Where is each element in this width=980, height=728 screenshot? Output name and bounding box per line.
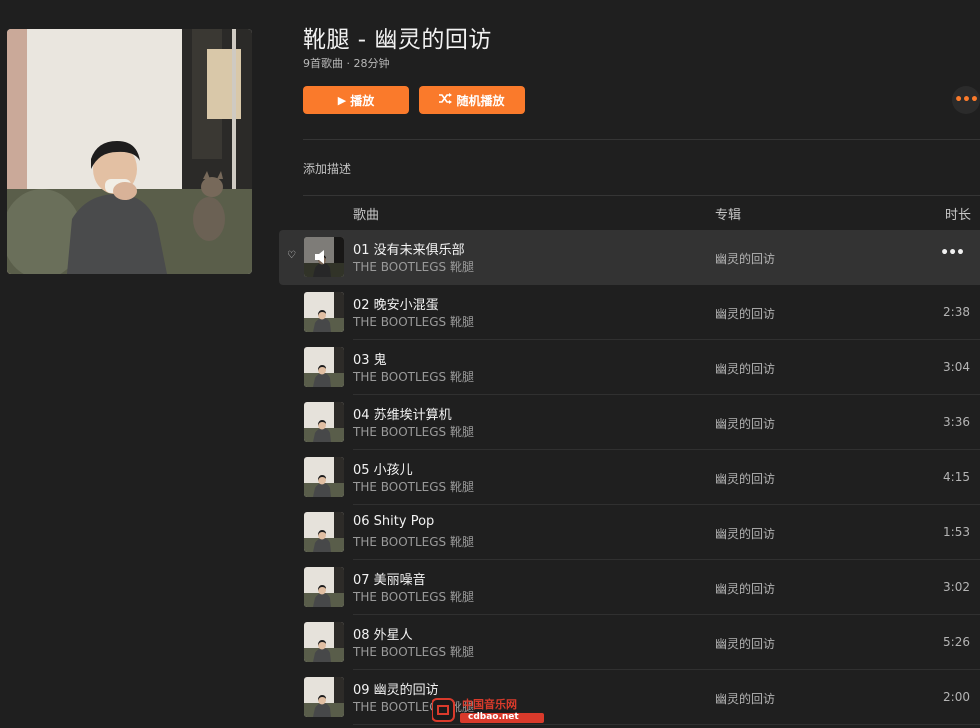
track-artwork <box>304 677 344 717</box>
track-duration: 5:26 <box>943 635 970 649</box>
play-button-label: 播放 <box>350 93 375 108</box>
track-duration: 2:00 <box>943 690 970 704</box>
divider <box>303 139 980 140</box>
more-options-button[interactable]: ••• <box>952 86 980 114</box>
track-album[interactable]: 幽灵的回访 <box>715 305 775 322</box>
add-description-link[interactable]: 添加描述 <box>303 160 351 177</box>
track-album[interactable]: 幽灵的回访 <box>715 250 775 267</box>
row-divider <box>353 724 980 725</box>
column-header-song[interactable]: 歌曲 <box>353 204 379 223</box>
track-row[interactable]: 05 小孩儿 THE BOOTLEGS 靴腿 幽灵的回访 4:15 <box>279 450 980 505</box>
track-artist[interactable]: THE BOOTLEGS 靴腿 <box>353 643 474 660</box>
track-title: 08 外星人 <box>353 628 413 643</box>
track-title: 05 小孩儿 <box>353 463 413 478</box>
track-list: ♡ 01 没有未来俱乐部 THE BOOTLEGS 靴腿 幽灵的回访 ••• 02 晚安小… <box>279 230 980 725</box>
track-album[interactable]: 幽灵的回访 <box>715 470 775 487</box>
track-row[interactable]: 08 外星人 THE BOOTLEGS 靴腿 幽灵的回访 5:26 <box>279 615 980 670</box>
track-artist[interactable]: THE BOOTLEGS 靴腿 <box>353 533 474 550</box>
track-row[interactable]: 02 晚安小混蛋 THE BOOTLEGS 靴腿 幽灵的回访 2:38 <box>279 285 980 340</box>
shuffle-button-label: 随机播放 <box>456 93 505 108</box>
track-artist[interactable]: THE BOOTLEGS 靴腿 <box>353 478 474 495</box>
track-row[interactable]: 09 幽灵的回访 THE BOOTLEGS 靴腿 幽灵的回访 2:00 <box>279 670 980 725</box>
album-cover <box>7 29 252 274</box>
track-duration: 3:02 <box>943 580 970 594</box>
heart-icon[interactable]: ♡ <box>287 250 296 261</box>
track-artwork <box>304 292 344 332</box>
track-artwork <box>304 567 344 607</box>
track-artist[interactable]: THE BOOTLEGS 靴腿 <box>353 258 474 275</box>
track-artist[interactable]: THE BOOTLEGS 靴腿 <box>353 423 474 440</box>
track-duration: 2:38 <box>943 305 970 319</box>
speaker-icon <box>304 237 344 277</box>
track-album[interactable]: 幽灵的回访 <box>715 360 775 377</box>
track-artist[interactable]: THE BOOTLEGS 靴腿 <box>353 368 474 385</box>
watermark-logo: 中国音乐网 cdbao.net <box>431 696 547 724</box>
track-artist[interactable]: THE BOOTLEGS 靴腿 <box>353 588 474 605</box>
track-duration: 3:04 <box>943 360 970 374</box>
track-artwork <box>304 237 344 277</box>
track-row[interactable]: ♡ 01 没有未来俱乐部 THE BOOTLEGS 靴腿 幽灵的回访 ••• <box>279 230 980 285</box>
track-artwork <box>304 347 344 387</box>
column-header-album[interactable]: 专辑 <box>715 204 741 223</box>
album-title: 靴腿 - 幽灵的回访 <box>303 27 492 53</box>
track-row[interactable]: 04 苏维埃计算机 THE BOOTLEGS 靴腿 幽灵的回访 3:36 <box>279 395 980 450</box>
play-button[interactable]: ▶ 播放 <box>303 86 409 114</box>
track-row[interactable]: 06 Shity Pop THE BOOTLEGS 靴腿 幽灵的回访 1:53 <box>279 505 980 560</box>
shuffle-icon <box>439 93 453 107</box>
track-title: 09 幽灵的回访 <box>353 683 439 698</box>
shuffle-play-button[interactable]: 随机播放 <box>419 86 525 114</box>
track-title: 03 鬼 <box>353 353 387 368</box>
track-title: 01 没有未来俱乐部 <box>353 243 465 258</box>
track-title: 07 美丽噪音 <box>353 573 426 588</box>
track-row[interactable]: 03 鬼 THE BOOTLEGS 靴腿 幽灵的回访 3:04 <box>279 340 980 395</box>
track-more-icon[interactable]: ••• <box>940 245 965 261</box>
track-duration: 3:36 <box>943 415 970 429</box>
track-title: 02 晚安小混蛋 <box>353 298 439 313</box>
track-artwork <box>304 402 344 442</box>
track-title: 06 Shity Pop <box>353 514 435 529</box>
watermark-bottom-text: cdbao.net <box>468 712 519 722</box>
track-row[interactable]: 07 美丽噪音 THE BOOTLEGS 靴腿 幽灵的回访 3:02 <box>279 560 980 615</box>
more-horizontal-icon: ••• <box>954 92 979 108</box>
track-title: 04 苏维埃计算机 <box>353 408 452 423</box>
track-album[interactable]: 幽灵的回访 <box>715 580 775 597</box>
track-artwork <box>304 512 344 552</box>
watermark-top-text: 中国音乐网 <box>462 698 517 711</box>
track-artwork <box>304 457 344 497</box>
track-artist[interactable]: THE BOOTLEGS 靴腿 <box>353 313 474 330</box>
track-artwork <box>304 622 344 662</box>
column-header-duration[interactable]: 时长 <box>945 204 971 223</box>
track-album[interactable]: 幽灵的回访 <box>715 525 775 542</box>
track-duration: 4:15 <box>943 470 970 484</box>
track-album[interactable]: 幽灵的回访 <box>715 690 775 707</box>
album-meta: 9首歌曲 · 28分钟 <box>303 57 390 70</box>
play-icon: ▶ <box>337 93 347 107</box>
divider <box>303 195 980 196</box>
track-album[interactable]: 幽灵的回访 <box>715 415 775 432</box>
track-duration: 1:53 <box>943 525 970 539</box>
track-album[interactable]: 幽灵的回访 <box>715 635 775 652</box>
